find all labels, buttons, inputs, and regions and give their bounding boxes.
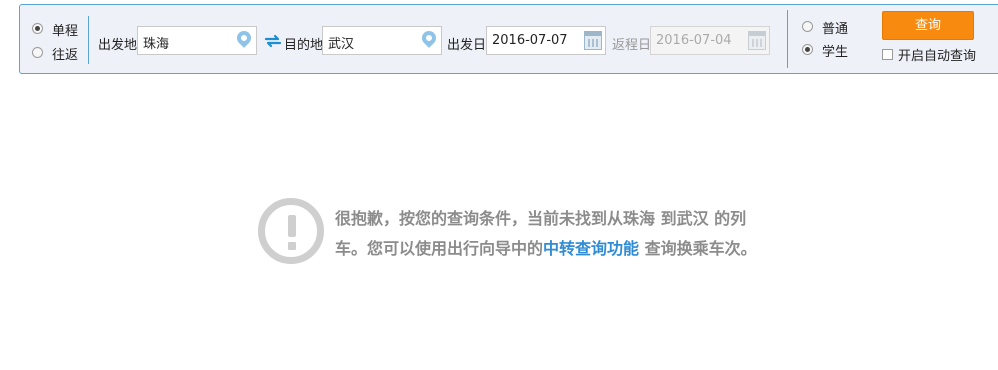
one-way-radio[interactable] (32, 23, 43, 34)
from-input[interactable]: 珠海 (137, 26, 257, 55)
student-radio[interactable] (802, 44, 813, 55)
auto-query-checkbox[interactable] (882, 49, 893, 60)
one-way-label[interactable]: 单程 (52, 20, 78, 39)
divider (88, 16, 89, 64)
to-value: 武汉 (328, 37, 355, 52)
notice-text-after: 查询换乘车次。 (639, 239, 757, 258)
depart-date-label: 出发日 (447, 38, 487, 53)
from-label: 出发地 (98, 38, 138, 53)
calendar-icon[interactable] (584, 31, 602, 50)
no-result-message: 很抱歉，按您的查询条件，当前未找到从珠海 到武汉 的列车。您可以使用出行向导中的… (335, 204, 760, 264)
depart-date-input[interactable]: 2016-07-07 (486, 26, 606, 55)
divider (787, 10, 788, 68)
depart-date-value: 2016-07-07 (492, 33, 568, 48)
return-date-input[interactable]: 2016-07-04 (650, 26, 770, 55)
transfer-query-link[interactable]: 中转查询功能 (543, 239, 639, 258)
calendar-icon (748, 31, 766, 50)
return-date-label: 返程日 (612, 38, 652, 53)
location-pin-icon (419, 28, 439, 48)
normal-label[interactable]: 普通 (822, 18, 848, 37)
location-pin-icon (234, 28, 254, 48)
swap-icon[interactable] (264, 34, 282, 48)
from-value: 珠海 (143, 37, 170, 52)
student-label[interactable]: 学生 (822, 41, 848, 60)
round-trip-label[interactable]: 往返 (52, 44, 78, 63)
return-date-value: 2016-07-04 (656, 33, 732, 48)
normal-radio[interactable] (802, 21, 813, 32)
round-trip-radio[interactable] (32, 47, 43, 58)
auto-query-label[interactable]: 开启自动查询 (898, 45, 976, 64)
to-label: 目的地 (284, 38, 324, 53)
search-button[interactable]: 查询 (882, 11, 974, 40)
exclamation-icon (258, 198, 324, 264)
to-input[interactable]: 武汉 (322, 26, 442, 55)
